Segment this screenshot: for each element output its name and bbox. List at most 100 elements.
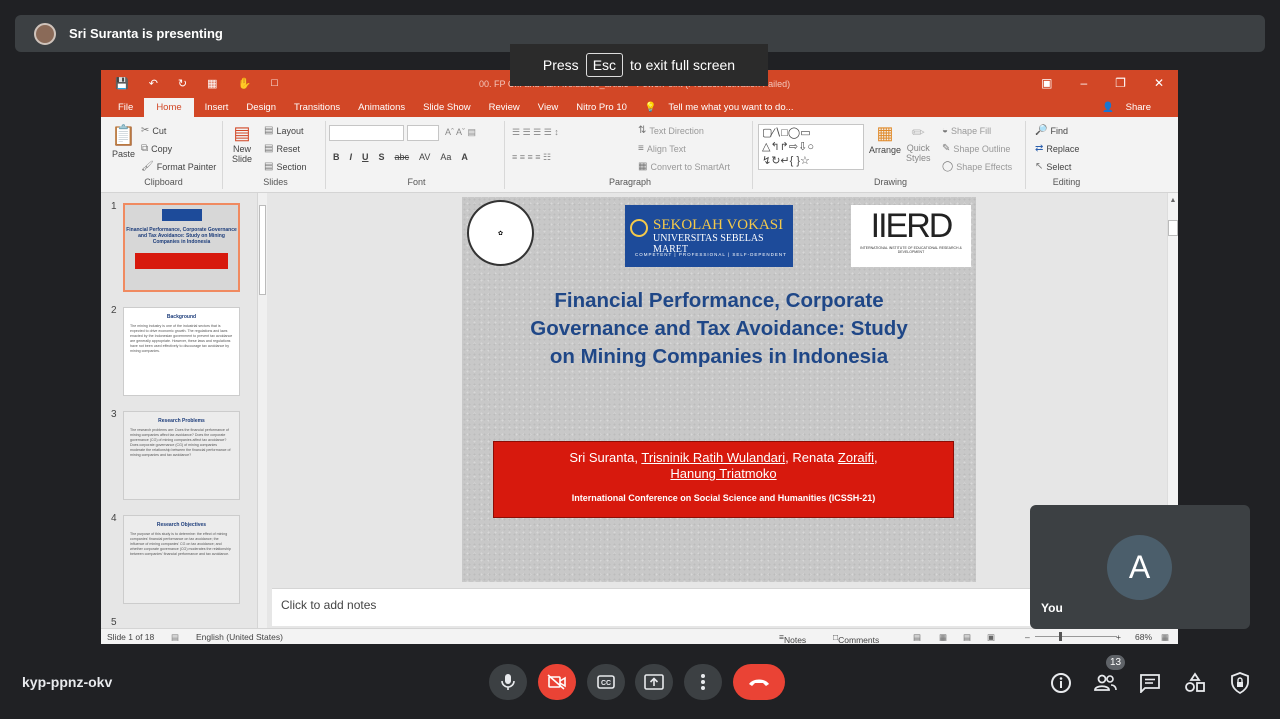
tab-file[interactable]: File <box>109 102 142 117</box>
tab-slide-show[interactable]: Slide Show <box>414 102 480 117</box>
ribbon-display-icon[interactable]: ▣ <box>1041 76 1052 90</box>
chat-button[interactable] <box>1138 671 1162 695</box>
arrange-button[interactable]: ▦ Arrange <box>869 123 901 155</box>
tab-transitions[interactable]: Transitions <box>285 102 349 117</box>
slide-sorter-icon[interactable]: ▦ <box>939 632 947 643</box>
present-screen-icon <box>644 674 664 690</box>
shape-effects-button[interactable]: ◯ Shape Effects <box>942 161 1012 172</box>
align-text-button[interactable]: ≡ Align Text <box>638 143 686 154</box>
font-name-select[interactable] <box>329 125 404 141</box>
slide-scroll-thumb[interactable] <box>1168 220 1178 236</box>
slideshow-view-icon[interactable]: ▣ <box>987 632 995 643</box>
self-view-tile[interactable]: A You <box>1030 505 1250 629</box>
share-button[interactable]: 👤 Share <box>1102 102 1160 113</box>
undo-icon[interactable]: ↶ <box>149 77 158 90</box>
meeting-details-button[interactable] <box>1049 671 1073 695</box>
save-icon[interactable]: 💾 <box>115 77 129 90</box>
paste-button[interactable]: 📋 Paste <box>111 123 136 159</box>
italic-button[interactable]: I <box>350 152 353 162</box>
zoom-level[interactable]: 68% <box>1135 632 1152 642</box>
reading-view-icon[interactable]: ▤ <box>963 632 971 643</box>
font-size-select[interactable] <box>407 125 439 141</box>
tab-design[interactable]: Design <box>237 102 285 117</box>
slide-thumbnail-3[interactable]: Research Problems The research problems … <box>123 411 240 500</box>
zoom-slider-thumb[interactable] <box>1059 632 1062 641</box>
tell-me-search[interactable]: 💡 Tell me what you want to do... <box>636 102 812 117</box>
layout-button[interactable]: ▤ Layout <box>264 125 303 136</box>
replace-button[interactable]: ⇄ Replace <box>1035 143 1079 154</box>
minimize-icon[interactable]: – <box>1080 76 1087 90</box>
touch-mode-icon[interactable]: ✋ <box>238 77 252 90</box>
fit-slide-icon[interactable]: ▦ <box>1161 632 1169 643</box>
tab-insert[interactable]: Insert <box>196 102 238 117</box>
reset-button[interactable]: ▤ Reset <box>264 143 300 154</box>
select-label: Select <box>1046 161 1072 172</box>
change-case-button[interactable]: Aa <box>440 152 451 162</box>
underline-button[interactable]: U <box>362 152 369 162</box>
section-button[interactable]: ▤ Section <box>264 161 306 172</box>
redo-icon[interactable]: ↻ <box>178 77 187 90</box>
current-slide[interactable]: ✿ SEKOLAH VOKASI UNIVERSITAS SEBELAS MAR… <box>462 197 976 582</box>
slide-thumbnail-4[interactable]: Research Objectives The purpose of this … <box>123 515 240 604</box>
activities-button[interactable] <box>1183 671 1207 695</box>
new-file-icon[interactable]: □ <box>271 77 278 90</box>
tab-animations[interactable]: Animations <box>349 102 414 117</box>
people-icon <box>1094 674 1117 691</box>
author-3: Zoraifi <box>837 450 875 465</box>
char-spacing-button[interactable]: AV <box>419 152 430 162</box>
normal-view-icon[interactable]: ▤ <box>913 632 921 643</box>
slide-thumbnail-1[interactable]: Financial Performance, Corporate Governa… <box>123 203 240 292</box>
format-painter-button[interactable]: 🖌 Format Painter <box>141 161 216 172</box>
microphone-button[interactable] <box>489 664 527 700</box>
spellcheck-icon[interactable]: ▤ <box>171 632 179 643</box>
more-options-button[interactable] <box>684 664 722 700</box>
thumbnails-scrollbar[interactable] <box>257 193 267 628</box>
replace-icon: ⇄ <box>1035 143 1044 154</box>
text-direction-button[interactable]: ⇅ Text Direction <box>638 125 704 136</box>
find-button[interactable]: 🔎 Find <box>1035 125 1068 136</box>
shadow-button[interactable]: S <box>379 152 385 162</box>
authors-box[interactable]: Sri Suranta, Trisninik Ratih Wulandari, … <box>493 441 954 518</box>
close-icon[interactable]: ✕ <box>1154 76 1164 90</box>
cut-button[interactable]: ✂ Cut <box>141 125 166 136</box>
start-slideshow-icon[interactable]: ▦ <box>207 77 217 90</box>
restore-icon[interactable]: ❐ <box>1115 76 1126 90</box>
tab-view[interactable]: View <box>529 102 567 117</box>
scroll-up-icon[interactable]: ▲ <box>1169 197 1177 204</box>
present-now-button[interactable] <box>635 664 673 700</box>
people-button[interactable] <box>1093 671 1117 695</box>
leave-call-button[interactable] <box>733 664 785 700</box>
quick-styles-button[interactable]: ✏ Quick Styles <box>906 123 931 163</box>
font-size-buttons[interactable]: Aˆ Aˇ ▤ <box>445 127 476 138</box>
slide-title[interactable]: Financial Performance, Corporate Governa… <box>482 287 956 371</box>
layout-label: Layout <box>276 125 304 136</box>
new-slide-button[interactable]: ▤ New Slide <box>232 123 252 164</box>
bold-button[interactable]: B <box>333 152 340 162</box>
thumb-body: The mining industry is one of the indust… <box>130 324 233 353</box>
zoom-out-button[interactable]: – <box>1025 632 1030 642</box>
tab-review[interactable]: Review <box>480 102 529 117</box>
shapes-gallery[interactable]: ▢∕∖□◯▭ △↰↱⇨⇩○ ↯↻↵{ }☆ <box>758 124 864 170</box>
shape-fill-button[interactable]: ◒ Shape Fill <box>942 125 991 136</box>
list-buttons[interactable]: ☰ ☰ ☰ ☰ ↕ <box>512 127 559 138</box>
align-buttons[interactable]: ≡ ≡ ≡ ≡ ☷ <box>512 152 551 163</box>
comments-toggle[interactable]: □ Comments <box>833 632 879 644</box>
copy-button[interactable]: ⧉ Copy <box>141 143 172 154</box>
tab-home[interactable]: Home <box>144 98 194 117</box>
camera-off-button[interactable] <box>538 664 576 700</box>
shape-outline-button[interactable]: ✎ Shape Outline <box>942 143 1010 154</box>
zoom-in-button[interactable]: + <box>1116 632 1121 642</box>
language-status[interactable]: English (United States) <box>196 632 283 642</box>
slide-thumbnail-2[interactable]: Background The mining industry is one of… <box>123 307 240 396</box>
cut-label: Cut <box>152 125 167 136</box>
host-controls-button[interactable] <box>1228 671 1252 695</box>
zoom-slider[interactable] <box>1035 636 1117 637</box>
smartart-button[interactable]: ▦ Convert to SmartArt <box>638 161 730 172</box>
thumbnails-scroll-thumb[interactable] <box>259 205 266 295</box>
tab-nitro[interactable]: Nitro Pro 10 <box>567 102 636 117</box>
notes-toggle[interactable]: ≡ Notes <box>779 632 806 644</box>
strikethrough-button[interactable]: abc <box>395 152 410 162</box>
captions-button[interactable]: CC <box>587 664 625 700</box>
font-color-button[interactable]: A <box>461 152 468 162</box>
select-button[interactable]: ↖ Select <box>1035 161 1071 172</box>
